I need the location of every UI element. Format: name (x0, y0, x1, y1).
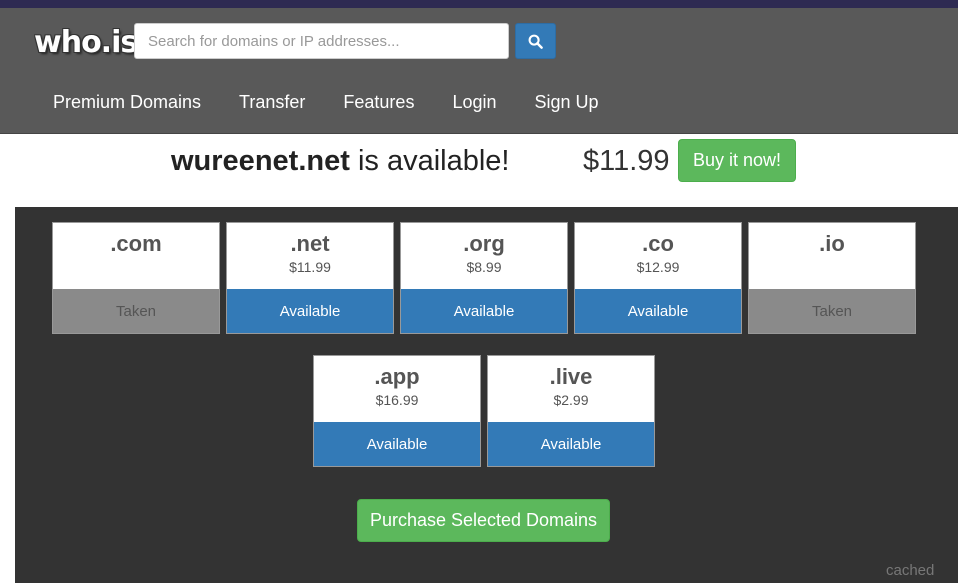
tld-name: .net (290, 231, 330, 256)
tld-status-taken: Taken (749, 289, 915, 333)
tld-price: $2.99 (553, 392, 589, 408)
purchase-selected-button[interactable]: Purchase Selected Domains (357, 499, 610, 542)
search-icon (528, 34, 543, 49)
tld-tile-live[interactable]: .live $2.99 Available (487, 355, 655, 467)
tld-status-available[interactable]: Available (314, 422, 480, 466)
tld-name: .com (110, 231, 162, 256)
tld-tile-net[interactable]: .net $11.99 Available (226, 222, 394, 334)
tld-status-taken: Taken (53, 289, 219, 333)
tld-status-available[interactable]: Available (227, 289, 393, 333)
tld-name: .co (642, 231, 674, 256)
tld-price: $12.99 (636, 259, 680, 275)
domain-name: wureenet.net (171, 145, 350, 177)
tld-name: .org (463, 231, 505, 256)
tld-panel: .com Taken .net $11.99 Available .org $8… (15, 207, 958, 583)
nav-features[interactable]: Features (324, 91, 433, 113)
domain-price: $11.99 (583, 145, 670, 177)
tld-status-available[interactable]: Available (401, 289, 567, 333)
tld-name: .live (549, 364, 593, 389)
tld-tile-com: .com Taken (52, 222, 220, 334)
availability-message: is available! (357, 145, 510, 177)
search-input[interactable] (134, 23, 509, 59)
tld-tile-co[interactable]: .co $12.99 Available (574, 222, 742, 334)
tld-status-available[interactable]: Available (488, 422, 654, 466)
tld-price: $8.99 (466, 259, 502, 275)
tld-name: .io (819, 231, 845, 256)
availability-text: wureenet.net is available! (171, 145, 509, 178)
tld-price: $16.99 (375, 392, 419, 408)
tld-name: .app (374, 364, 420, 389)
top-stripe (0, 0, 958, 8)
cached-label: cached (886, 562, 935, 579)
tld-tile-org[interactable]: .org $8.99 Available (400, 222, 568, 334)
site-logo[interactable]: who.is (34, 25, 138, 60)
nav-premium-domains[interactable]: Premium Domains (34, 91, 220, 113)
site-header: who.is Premium Domains Transfer Features… (0, 8, 958, 134)
buy-now-button[interactable]: Buy it now! (678, 139, 796, 182)
nav-transfer[interactable]: Transfer (220, 91, 324, 113)
tld-status-available[interactable]: Available (575, 289, 741, 333)
availability-headline: wureenet.net is available! $11.99 Buy it… (0, 135, 958, 207)
tld-price: $11.99 (289, 259, 331, 275)
main-nav: Premium Domains Transfer Features Login … (34, 91, 618, 113)
search-button[interactable] (515, 23, 556, 59)
nav-sign-up[interactable]: Sign Up (516, 91, 618, 113)
nav-login[interactable]: Login (433, 91, 515, 113)
tld-tile-app[interactable]: .app $16.99 Available (313, 355, 481, 467)
tld-tile-io: .io Taken (748, 222, 916, 334)
